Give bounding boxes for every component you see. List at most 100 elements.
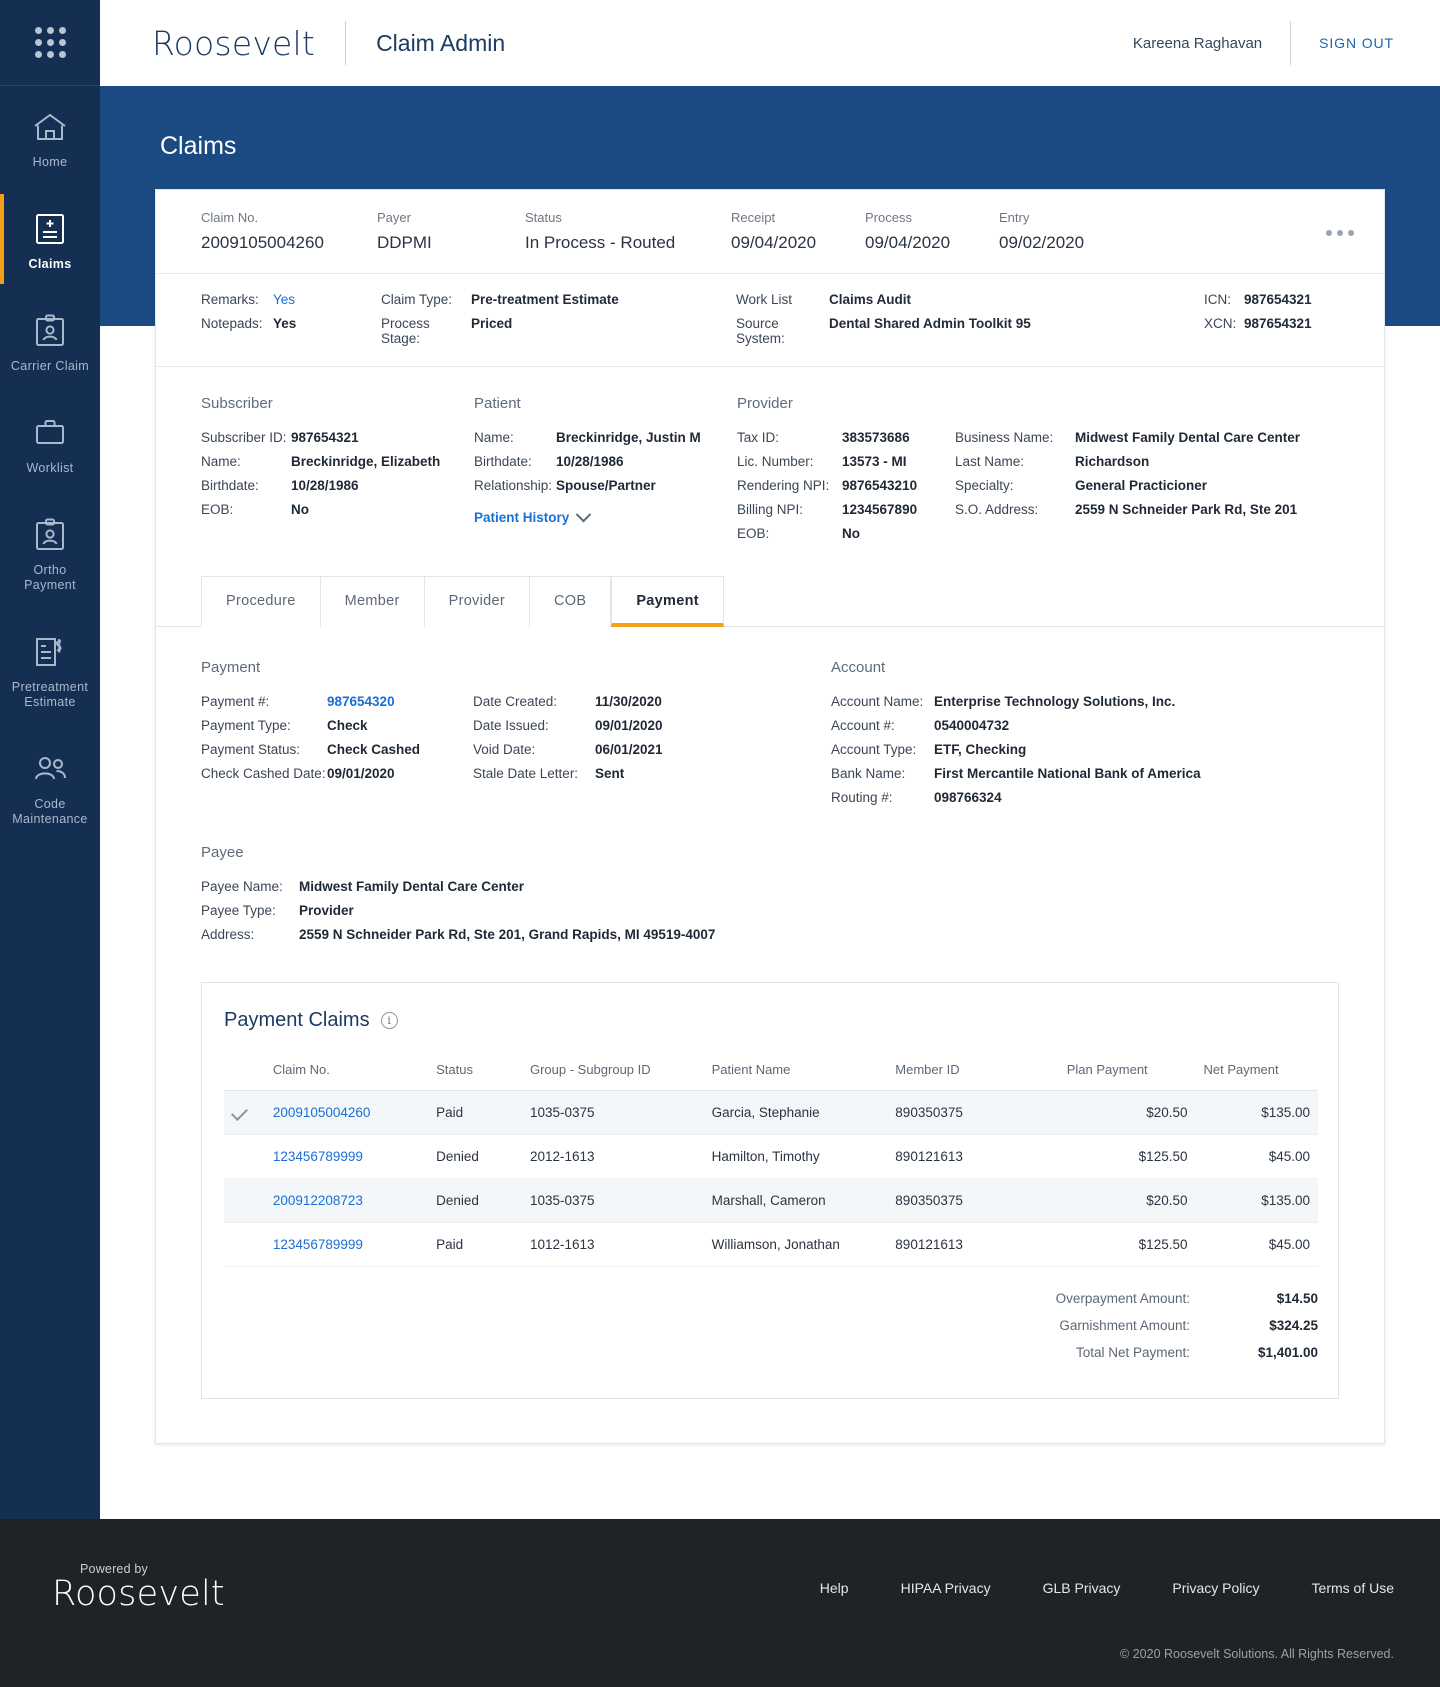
subscriber-eob-row: EOB: No <box>201 502 474 517</box>
provider-last-name-value: Richardson <box>1075 454 1150 469</box>
footer-link-privacy-policy[interactable]: Privacy Policy <box>1146 1580 1285 1596</box>
more-options-button[interactable] <box>1326 210 1354 236</box>
tab-procedure[interactable]: Procedure <box>201 576 321 627</box>
column-header-status[interactable]: Status <box>428 1062 522 1091</box>
row-selected-indicator[interactable] <box>224 1222 265 1267</box>
sidebar-item-claims[interactable]: Claims <box>0 188 100 290</box>
column-header-member-id[interactable]: Member ID <box>887 1062 1059 1091</box>
apps-launcher-button[interactable] <box>0 0 100 86</box>
table-row[interactable]: 200912208723 Denied 1035-0375 Marshall, … <box>224 1178 1318 1223</box>
stale-date-letter-value: Sent <box>595 766 625 781</box>
row-selected-indicator[interactable] <box>224 1090 265 1135</box>
table-row[interactable]: 123456789999 Denied 2012-1613 Hamilton, … <box>224 1134 1318 1179</box>
pretreatment-estimate-icon <box>33 633 67 671</box>
payment-dates-spacer <box>473 659 773 676</box>
footer-link-terms-of-use[interactable]: Terms of Use <box>1286 1580 1394 1596</box>
patient-history-toggle[interactable]: Patient History <box>474 506 737 525</box>
garnishment-amount-value: $324.25 <box>1269 1318 1318 1333</box>
row-selected-indicator[interactable] <box>224 1178 265 1223</box>
sidebar-item-home[interactable]: Home <box>0 86 100 188</box>
card-bottom-spacer <box>156 1399 1384 1443</box>
meta-col-remarks: Remarks: Yes Notepads: Yes <box>201 292 381 346</box>
payee-name-label: Payee Name: <box>201 879 283 894</box>
sidebar-item-pretreatment-estimate[interactable]: Pretreatment Estimate <box>0 611 100 728</box>
provider-tax-id-value: 383573686 <box>842 430 910 445</box>
payee-type-value: Provider <box>299 903 354 918</box>
claim-no-link[interactable]: 2009105004260 <box>273 1105 371 1120</box>
icn-value: 987654321 <box>1244 292 1312 307</box>
subscriber-birthdate-label: Birthdate: <box>201 478 259 493</box>
footer-link-hipaa-privacy[interactable]: HIPAA Privacy <box>875 1580 1017 1596</box>
cell-claim-no: 2009105004260 <box>264 1090 429 1135</box>
sign-out-link[interactable]: SIGN OUT <box>1319 35 1394 51</box>
column-header-plan-payment[interactable]: Plan Payment <box>1058 1062 1196 1091</box>
table-row[interactable]: 2009105004260 Paid 1035-0375 Garcia, Ste… <box>224 1090 1318 1135</box>
source-system-value: Dental Shared Admin Toolkit 95 <box>829 316 1031 331</box>
account-number-row: Account #: 0540004732 <box>831 718 1354 733</box>
column-header-net-payment[interactable]: Net Payment <box>1195 1062 1318 1091</box>
cell-patient-name: Garcia, Stephanie <box>703 1090 888 1135</box>
cell-net-payment: $135.00 <box>1195 1178 1318 1223</box>
detail-tabs: Procedure Member Provider COB Payment <box>156 576 1384 627</box>
claim-no-link[interactable]: 200912208723 <box>273 1193 363 1208</box>
provider-title-spacer <box>955 395 1354 412</box>
footer-brand: Powered by Roosevelt <box>52 1562 225 1613</box>
table-row[interactable]: 123456789999 Paid 1012-1613 Williamson, … <box>224 1222 1318 1267</box>
payment-status-value: Check Cashed <box>327 742 421 757</box>
claim-type-value: Pre-treatment Estimate <box>471 292 619 307</box>
payment-number-label: Payment #: <box>201 694 270 709</box>
process-stage-row: Process Stage: Priced <box>381 316 736 346</box>
tab-cob[interactable]: COB <box>530 576 612 627</box>
sidebar-item-ortho-payment[interactable]: Ortho Payment <box>0 494 100 611</box>
provider-panel: Provider Tax ID: 383573686 Lic. Number: … <box>737 395 1354 550</box>
patient-birthdate-label: Birthdate: <box>474 454 532 469</box>
sidebar-item-label: Claims <box>28 257 72 271</box>
page-title: Claims <box>160 132 237 160</box>
provider-rendering-npi-label: Rendering NPI: <box>737 478 830 493</box>
claim-no-link[interactable]: 123456789999 <box>273 1237 363 1252</box>
payee-name-row: Payee Name: Midwest Family Dental Care C… <box>201 879 1354 894</box>
cell-net-payment: $45.00 <box>1195 1134 1318 1179</box>
icn-row: ICN: 987654321 <box>1204 292 1354 307</box>
date-created-row: Date Created: 11/30/2020 <box>473 694 773 709</box>
provider-lic-number-row: Lic. Number: 13573 - MI <box>737 454 955 469</box>
bank-name-label: Bank Name: <box>831 766 906 781</box>
cell-status: Paid <box>428 1090 522 1135</box>
cell-member-id: 890350375 <box>887 1090 1059 1135</box>
cell-claim-no: 200912208723 <box>264 1178 429 1223</box>
meta-col-work-list: Work List Claims Audit Source System: De… <box>736 292 1204 346</box>
footer-link-glb-privacy[interactable]: GLB Privacy <box>1017 1580 1147 1596</box>
tab-provider[interactable]: Provider <box>424 576 530 627</box>
column-header-patient-name[interactable]: Patient Name <box>703 1062 888 1091</box>
top-bar-right: Kareena Raghavan SIGN OUT <box>1133 21 1394 65</box>
claims-document-icon <box>35 210 65 248</box>
source-system-row: Source System: Dental Shared Admin Toolk… <box>736 316 1204 346</box>
bank-name-row: Bank Name: First Mercantile National Ban… <box>831 766 1354 781</box>
code-maintenance-people-icon <box>32 750 68 788</box>
provider-billing-npi-value: 1234567890 <box>842 502 918 517</box>
tab-member[interactable]: Member <box>320 576 425 627</box>
sidebar-item-code-maintenance[interactable]: Code Maintenance <box>0 728 100 845</box>
cell-plan-payment: $20.50 <box>1058 1178 1196 1223</box>
claim-no-link[interactable]: 123456789999 <box>273 1149 363 1164</box>
process-value: 09/04/2020 <box>865 233 951 252</box>
payment-claims-header: Payment Claims i <box>224 1009 1318 1032</box>
tab-payment[interactable]: Payment <box>611 576 724 627</box>
band-bottom-spacer <box>155 1444 1385 1504</box>
remarks-value-link[interactable]: Yes <box>273 292 295 307</box>
payee-type-label: Payee Type: <box>201 903 276 918</box>
date-issued-value: 09/01/2020 <box>595 718 663 733</box>
info-icon[interactable]: i <box>380 1012 398 1029</box>
sidebar-item-carrier-claim[interactable]: Carrier Claim <box>0 290 100 392</box>
user-name: Kareena Raghavan <box>1132 34 1263 52</box>
column-header-claim-no[interactable]: Claim No. <box>264 1062 429 1091</box>
footer-link-help[interactable]: Help <box>794 1580 875 1596</box>
cell-group-subgroup-id: 1012-1613 <box>521 1222 704 1267</box>
payment-number-link[interactable]: 987654320 <box>327 694 395 709</box>
row-selected-indicator[interactable] <box>224 1134 265 1179</box>
status-label: Status <box>525 210 562 225</box>
subscriber-id-row: Subscriber ID: 987654321 <box>201 430 474 445</box>
sidebar-item-worklist[interactable]: Worklist <box>0 392 100 494</box>
column-header-group-subgroup-id[interactable]: Group - Subgroup ID <box>521 1062 704 1091</box>
kebab-dot-icon <box>1348 230 1354 236</box>
